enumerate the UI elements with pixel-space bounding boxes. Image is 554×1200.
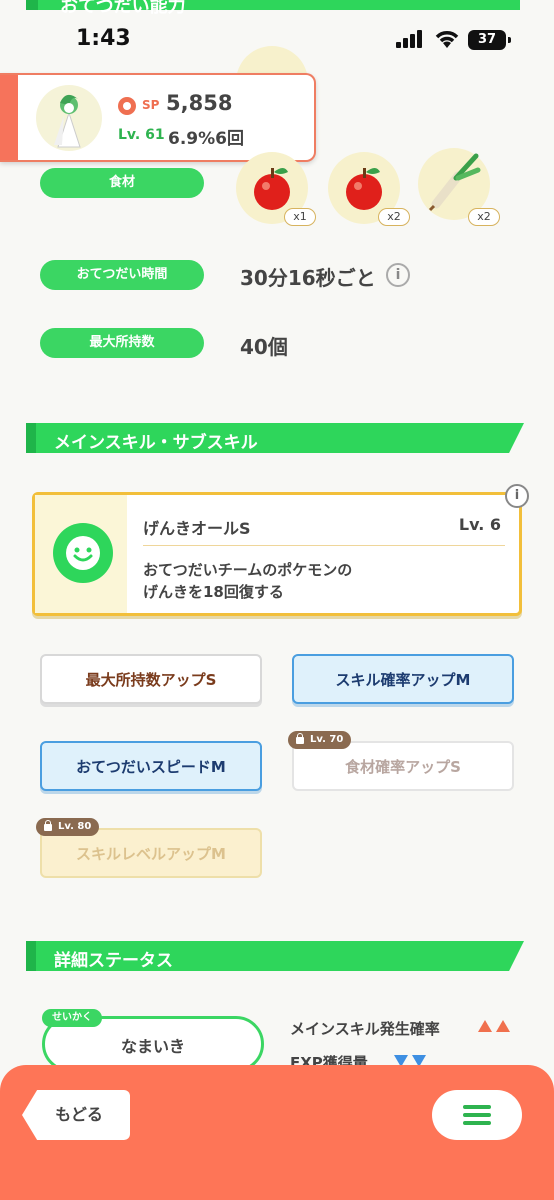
section-header-skills: メインスキル・サブスキル xyxy=(26,423,524,453)
nature-value: なまいき xyxy=(120,1037,185,1056)
back-button[interactable]: もどる xyxy=(22,1090,130,1140)
hamburger-icon xyxy=(463,1105,491,1109)
signal-icon xyxy=(396,30,426,48)
info-icon[interactable]: i xyxy=(386,263,410,287)
ingredient-count-3: x2 xyxy=(468,208,500,226)
divider xyxy=(143,545,505,546)
main-skill-level: Lv. 6 xyxy=(458,515,501,534)
main-skill-desc-line2: げんきを18回復する xyxy=(143,583,284,601)
pokemon-summary-card[interactable]: SP 5,858 Lv. 61 6.9%6回 xyxy=(0,73,316,162)
max-carry-label: 最大所持数 xyxy=(40,328,204,358)
lock-badge-lv80: Lv. 80 xyxy=(36,818,100,836)
main-skill-card[interactable]: げんきオールS Lv. 6 おてつだいチームのポケモンの げんきを18回復する xyxy=(32,492,522,616)
wifi-icon xyxy=(434,28,460,50)
pokemon-avatar xyxy=(36,85,102,151)
ingredient-count-2: x2 xyxy=(378,208,410,226)
subskill-button-2[interactable]: スキル確率アップM xyxy=(292,654,514,704)
smile-icon xyxy=(53,523,113,583)
ingredients-label: 食材 xyxy=(40,168,204,198)
lock-badge-lv70: Lv. 70 xyxy=(288,731,352,749)
max-carry-value: 40個 xyxy=(240,335,288,359)
section-header-label: おてつだい能力 xyxy=(60,0,186,17)
pokemon-level: Lv. 61 xyxy=(118,127,165,143)
section-header-helping: おてつだい能力 xyxy=(26,0,520,17)
main-skill-name: げんきオールS xyxy=(143,519,251,538)
subskill-button-3[interactable]: おてつだいスピードM xyxy=(40,741,262,791)
main-skill-desc-line1: おてつだいチームのポケモンの xyxy=(143,561,353,579)
section-header-label: メインスキル・サブスキル xyxy=(54,433,258,453)
sp-icon xyxy=(118,97,136,115)
subskill-button-1[interactable]: 最大所持数アップS xyxy=(40,654,262,704)
stat-up-icon xyxy=(478,1020,492,1032)
nature-tag: せいかく xyxy=(42,1009,102,1027)
section-header-details: 詳細ステータス xyxy=(26,941,524,971)
pokemon-rate: 6.9%6回 xyxy=(168,129,244,149)
sp-label: SP xyxy=(142,98,160,112)
sp-value: 5,858 xyxy=(166,91,233,115)
help-time-label: おてつだい時間 xyxy=(40,260,204,290)
main-skill-description: おてつだいチームのポケモンの げんきを18回復する xyxy=(143,559,443,603)
stat-label-skill-rate: メインスキル発生確率 xyxy=(290,1020,440,1038)
menu-button[interactable] xyxy=(432,1090,522,1140)
skill-info-icon[interactable]: i xyxy=(505,484,529,508)
battery-icon: 37 xyxy=(468,30,511,50)
card-accent-bar xyxy=(0,75,18,160)
status-time: 1:43 xyxy=(76,26,131,51)
skill-icon-panel xyxy=(35,495,127,613)
ingredient-count-1: x1 xyxy=(284,208,316,226)
section-header-label: 詳細ステータス xyxy=(54,951,173,971)
help-time-value: 30分16秒ごと xyxy=(240,266,376,290)
stat-up-icon xyxy=(496,1020,510,1032)
